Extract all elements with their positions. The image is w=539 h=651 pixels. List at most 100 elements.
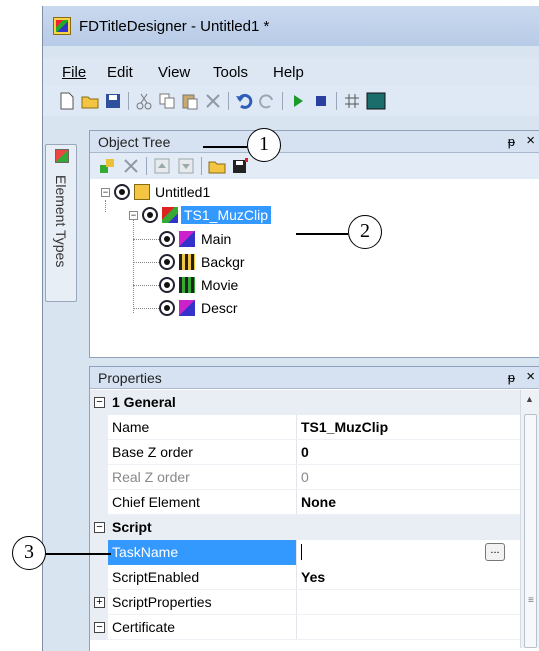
element-types-label: Element Types: [53, 175, 69, 268]
collapse-icon[interactable]: −: [129, 211, 138, 220]
property-value[interactable]: TS1_MuzClip: [301, 419, 388, 435]
visibility-eye-icon[interactable]: [159, 254, 175, 270]
property-row[interactable]: ScriptEnabled Yes: [90, 565, 521, 590]
scroll-thumb[interactable]: ≡: [524, 414, 537, 648]
row-gutter: [90, 465, 108, 490]
undo-icon[interactable]: [235, 92, 253, 110]
collapse-icon[interactable]: −: [94, 397, 105, 408]
properties-panel: Properties ᵽ × − 1 General Name TS1_MuzC…: [89, 366, 539, 651]
tree-node-child[interactable]: Movie: [90, 276, 290, 294]
property-row[interactable]: Real Z order 0: [90, 465, 521, 490]
title-bar: FDTitleDesigner - Untitled1 *: [43, 6, 539, 46]
text-caret: [301, 544, 302, 560]
column-divider: [296, 490, 297, 515]
property-row[interactable]: − Certificate: [90, 615, 521, 640]
ellipsis-button[interactable]: ...: [485, 543, 505, 561]
property-name: Base Z order: [112, 444, 193, 460]
category-script[interactable]: − Script: [90, 515, 521, 540]
visibility-eye-icon[interactable]: [114, 184, 130, 200]
object-tree-title: Object Tree: [98, 134, 171, 150]
tree-node-label: Movie: [201, 277, 239, 293]
property-name: TaskName: [112, 544, 179, 560]
template-icon: [134, 184, 150, 200]
visibility-eye-icon[interactable]: [159, 277, 175, 293]
category-general[interactable]: − 1 General: [90, 390, 521, 415]
property-value[interactable]: Yes: [301, 569, 325, 585]
save-template-icon[interactable]: [231, 157, 249, 175]
property-row-selected[interactable]: TaskName ...: [90, 540, 521, 565]
property-row[interactable]: Base Z order 0: [90, 440, 521, 465]
tree-node-root[interactable]: − Untitled1: [90, 183, 290, 201]
menu-edit[interactable]: Edit: [107, 64, 133, 81]
move-down-icon[interactable]: [177, 157, 195, 175]
pin-icon[interactable]: ᵽ: [508, 370, 515, 385]
property-value[interactable]: 0: [301, 444, 309, 460]
muzclip-icon: [162, 207, 178, 223]
scroll-up-arrow-icon[interactable]: ▲: [525, 394, 534, 404]
close-icon[interactable]: ×: [526, 368, 535, 385]
toolbar-separator: [336, 92, 337, 110]
element-types-tab[interactable]: Element Types: [45, 144, 77, 302]
image-element-icon: [179, 254, 195, 270]
new-file-icon[interactable]: [58, 92, 76, 110]
column-divider: [296, 590, 297, 615]
move-up-icon[interactable]: [153, 157, 171, 175]
column-divider: [296, 440, 297, 465]
redo-icon[interactable]: [258, 92, 276, 110]
menu-file[interactable]: File: [62, 64, 86, 81]
collapse-icon[interactable]: −: [94, 622, 105, 633]
menu-tools[interactable]: Tools: [213, 64, 248, 81]
open-folder-icon[interactable]: [81, 92, 99, 110]
menu-view[interactable]: View: [158, 64, 190, 81]
collapse-icon[interactable]: −: [94, 522, 105, 533]
paste-icon[interactable]: [181, 92, 199, 110]
tree-node-label: Main: [201, 231, 232, 247]
tree-node-label: Descr: [201, 300, 238, 316]
visibility-eye-icon[interactable]: [159, 300, 175, 316]
category-label: 1 General: [112, 394, 176, 410]
copy-icon[interactable]: [158, 92, 176, 110]
properties-title: Properties: [98, 370, 162, 386]
column-divider: [296, 615, 297, 640]
tree-node-child[interactable]: Main: [90, 230, 290, 248]
main-toolbar: [43, 86, 539, 116]
delete-icon[interactable]: [204, 92, 222, 110]
visibility-eye-icon[interactable]: [159, 231, 175, 247]
properties-scrollbar[interactable]: ▲ ≡: [520, 390, 539, 648]
property-row[interactable]: Name TS1_MuzClip: [90, 415, 521, 440]
property-value[interactable]: None: [301, 494, 336, 510]
property-name: Chief Element: [112, 494, 200, 510]
property-name: ScriptEnabled: [112, 569, 200, 585]
play-icon[interactable]: [289, 92, 307, 110]
close-icon[interactable]: ×: [526, 132, 535, 149]
save-icon[interactable]: [104, 92, 122, 110]
object-tree-toolbar: [90, 153, 539, 179]
delete-element-icon[interactable]: [122, 157, 140, 175]
column-divider: [296, 465, 297, 490]
tree-node-child[interactable]: Descr: [90, 299, 290, 317]
toolbar-separator: [146, 157, 147, 175]
toolbar-separator: [201, 157, 202, 175]
add-element-icon[interactable]: [98, 157, 116, 175]
tree-node-label: TS1_MuzClip: [181, 206, 272, 224]
property-name: Name: [112, 419, 150, 435]
collapse-icon[interactable]: −: [101, 188, 110, 197]
stop-icon[interactable]: [312, 92, 330, 110]
cut-icon[interactable]: [135, 92, 153, 110]
tree-node-selected[interactable]: − TS1_MuzClip: [90, 206, 310, 224]
row-gutter: [90, 490, 108, 515]
property-row[interactable]: Chief Element None: [90, 490, 521, 515]
open-folder-icon[interactable]: [208, 157, 226, 175]
grid-icon[interactable]: [343, 92, 361, 110]
preview-icon[interactable]: [366, 92, 386, 110]
menu-help[interactable]: Help: [273, 64, 304, 81]
pin-icon[interactable]: ᵽ: [508, 134, 515, 149]
property-row[interactable]: + ScriptProperties: [90, 590, 521, 615]
column-divider: [296, 415, 297, 440]
expand-icon[interactable]: +: [94, 597, 105, 608]
callout-3: 3: [12, 536, 46, 570]
properties-header: Properties ᵽ ×: [90, 367, 539, 389]
object-tree: − Untitled1 − TS1_MuzClip Main Backgr Mo…: [90, 179, 539, 344]
visibility-eye-icon[interactable]: [142, 207, 158, 223]
tree-node-child[interactable]: Backgr: [90, 253, 290, 271]
